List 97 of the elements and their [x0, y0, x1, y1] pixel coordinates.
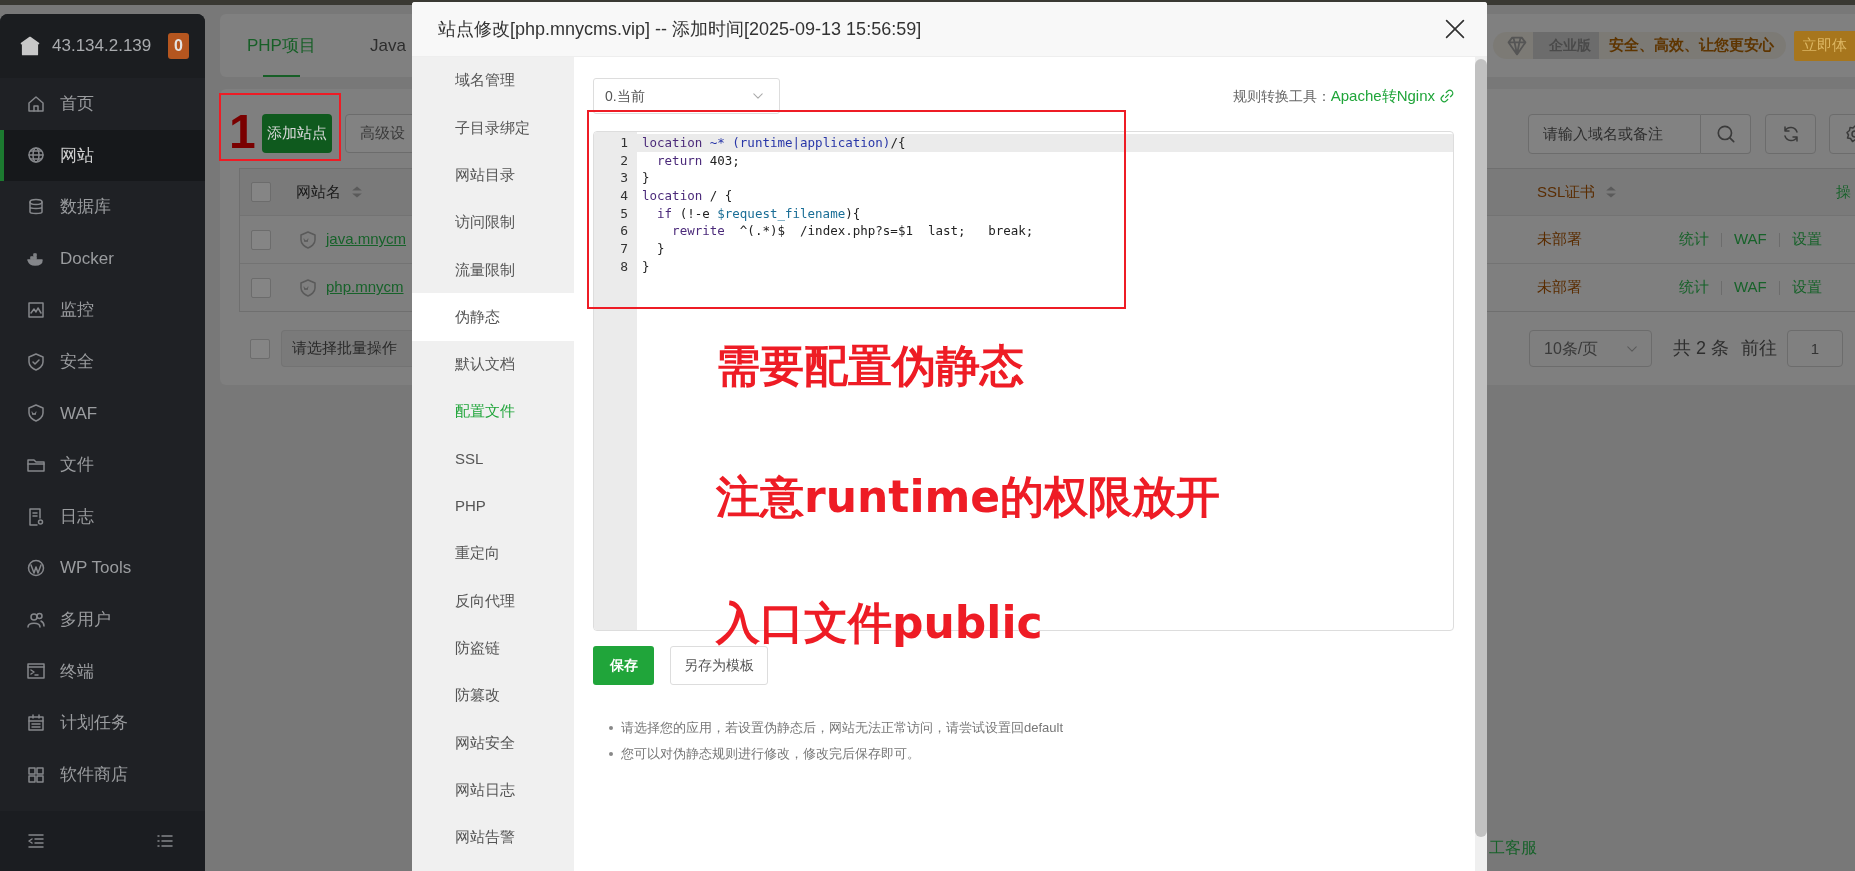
ssl-status: 未部署: [1537, 277, 1583, 298]
dialog-nav-item[interactable]: 网站告警: [412, 813, 574, 862]
search-button[interactable]: [1701, 114, 1751, 154]
sidebar-item[interactable]: 文件: [0, 439, 205, 491]
dialog-nav-item[interactable]: 反向代理: [412, 577, 574, 625]
dialog-nav-item[interactable]: 防篡改: [412, 671, 574, 720]
advanced-settings-button[interactable]: 高级设: [345, 114, 413, 153]
code-line: location / {: [641, 187, 734, 205]
add-site-button[interactable]: 添加站点: [262, 114, 332, 153]
bullet-icon: [609, 726, 613, 730]
wordpress-icon: [26, 558, 46, 579]
sidebar-item[interactable]: 安全: [0, 335, 205, 388]
shield-icon: [26, 351, 46, 372]
sidebar-item[interactable]: 多用户: [0, 593, 205, 646]
column-header: SSL证书: [1537, 181, 1596, 202]
ssl-status: 未部署: [1537, 229, 1583, 250]
code-line: rewrite ^(.*)$ /index.php?s=$1 last; break;: [671, 222, 1035, 241]
dialog-nav-item[interactable]: 网站安全: [412, 719, 574, 767]
dialog-nav-item[interactable]: 域名管理: [412, 57, 574, 105]
total-count: 共 2 条: [1673, 337, 1729, 360]
dialog-nav-item[interactable]: 伪静态: [412, 293, 574, 341]
line-number: 6: [619, 222, 629, 241]
column-header: 操: [1836, 181, 1851, 202]
dialog-nav-item[interactable]: PHP: [412, 482, 574, 530]
waf-shield-icon: [298, 228, 318, 251]
search-field[interactable]: 请输入域名或备注: [1528, 114, 1701, 154]
sidebar-item[interactable]: Docker: [0, 232, 205, 285]
save-button[interactable]: 保存: [593, 646, 654, 685]
line-number: 1: [619, 134, 629, 152]
bullet-icon: [609, 752, 613, 756]
grid-icon: [26, 764, 46, 785]
terminal-icon: [26, 661, 46, 682]
refresh-button[interactable]: [1765, 114, 1816, 154]
code-line: }: [641, 169, 651, 188]
sidebar-item[interactable]: 网站: [0, 129, 205, 182]
dialog-nav-item[interactable]: 子目录绑定: [412, 104, 574, 152]
code-line: }: [656, 240, 666, 258]
line-number: 7: [619, 240, 629, 258]
dialog-nav-item[interactable]: 防盗链: [412, 624, 574, 672]
template-select[interactable]: 0.当前: [593, 78, 780, 114]
promo-slogan: 安全、高效、让您更安心: [1609, 35, 1774, 56]
sidebar-item[interactable]: 日志: [0, 490, 205, 543]
sidebar-item[interactable]: 监控: [0, 284, 205, 336]
home-icon: [26, 93, 46, 114]
column-header: 网站名: [296, 181, 341, 202]
collapse-icon[interactable]: [26, 831, 46, 851]
help-note: 请选择您的应用，若设置伪静态后，网站无法正常访问，请尝试设置回default: [621, 719, 1064, 738]
close-icon: [1443, 17, 1467, 41]
code-line: return 403;: [656, 151, 741, 170]
monitor-icon: [26, 300, 46, 321]
line-number: 3: [619, 169, 629, 188]
line-number: 8: [619, 257, 629, 276]
sidebar-item[interactable]: WP Tools: [0, 542, 205, 594]
step-number: 1: [229, 108, 256, 156]
code-line: if (!-e $request_filename){: [656, 204, 862, 223]
save-as-template-button[interactable]: 另存为模板: [670, 646, 768, 685]
checkbox[interactable]: [250, 338, 270, 359]
dialog-nav-item[interactable]: 重定向: [412, 529, 574, 578]
server-ip: 43.134.2.139: [52, 35, 153, 58]
checkbox[interactable]: [251, 182, 271, 202]
database-icon: [26, 197, 46, 217]
calendar-icon: [26, 712, 46, 733]
line-number: 2: [619, 151, 629, 170]
sidebar-item[interactable]: WAF: [0, 387, 205, 440]
batch-select[interactable]: 请选择批量操作: [281, 330, 412, 367]
dialog-nav-item[interactable]: 网站日志: [412, 766, 574, 814]
link-icon: [1440, 89, 1454, 103]
alert-count[interactable]: 0: [168, 33, 189, 59]
goto-label: 前往: [1741, 337, 1777, 360]
sidebar-item[interactable]: 首页: [0, 78, 205, 130]
checkbox[interactable]: [251, 277, 271, 298]
globe-icon: [26, 145, 46, 166]
dialog-nav-item[interactable]: 网站目录: [412, 151, 574, 199]
sidebar-item[interactable]: 数据库: [0, 181, 205, 233]
castle-icon: [18, 34, 42, 58]
sidebar-item[interactable]: 计划任务: [0, 697, 205, 749]
dialog-nav-item[interactable]: 流量限制: [412, 246, 574, 294]
converter-label: 规则转换工具：: [1232, 86, 1331, 106]
waf-shield-icon: [298, 276, 318, 299]
tab[interactable]: Java: [369, 14, 406, 77]
dialog-title: 站点修改[php.mnycms.vip] -- 添加时间[2025-09-13 15:56:59]: [438, 17, 923, 41]
sidebar-item[interactable]: 软件商店: [0, 748, 205, 801]
line-number: 4: [619, 187, 629, 205]
page-input[interactable]: 1: [1787, 330, 1843, 367]
line-number: 5: [619, 204, 629, 223]
help-note: 您可以对伪静态规则进行修改，修改完后保存即可。: [621, 745, 920, 764]
document-icon: [26, 506, 46, 527]
dialog-nav-item[interactable]: 访问限制: [412, 198, 574, 247]
code-line: }: [641, 257, 651, 276]
converter-link[interactable]: Apache转Nginx: [1330, 84, 1435, 108]
waf-shield-icon: [26, 403, 46, 424]
annotation-text: 注意runtime的权限放开: [716, 475, 1221, 519]
dialog-nav-item[interactable]: SSL: [412, 435, 574, 483]
dialog-nav-item[interactable]: 默认文档: [412, 340, 574, 389]
sidebar-item[interactable]: 终端: [0, 645, 205, 698]
checkbox[interactable]: [251, 229, 271, 250]
annotation-text: 需要配置伪静态: [716, 344, 1024, 388]
